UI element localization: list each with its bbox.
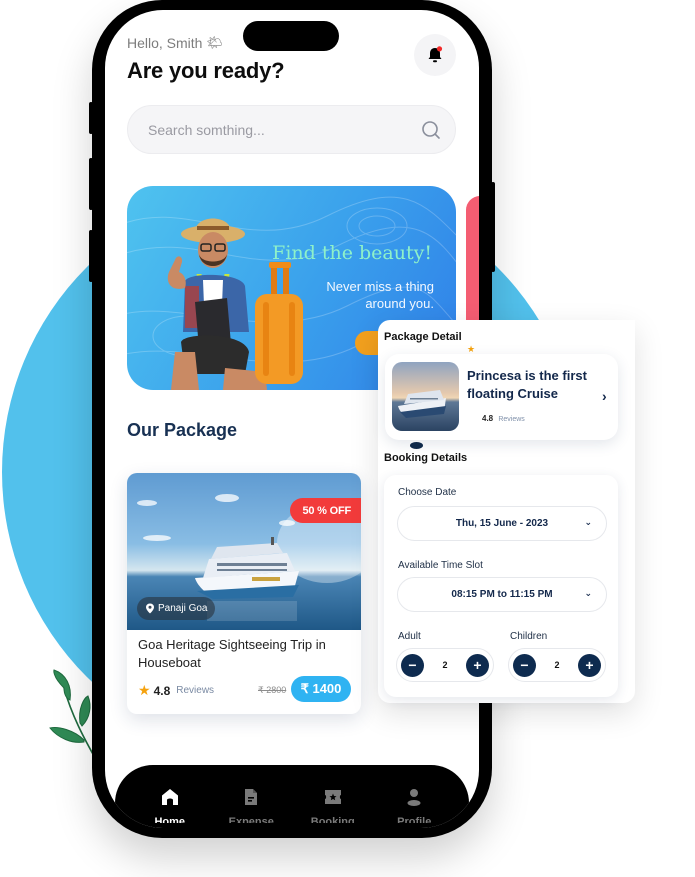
booking-panel: Package Detail ★ Princesa is the first f… (378, 320, 635, 703)
adult-count: 2 (442, 660, 448, 670)
weather-icon: 🌤 (206, 35, 223, 50)
reviews-link[interactable]: Reviews (176, 685, 214, 696)
home-icon (161, 789, 178, 805)
adult-increment-button[interactable]: + (465, 653, 489, 677)
dynamic-island (243, 21, 339, 51)
document-icon (245, 789, 258, 805)
phone-volume-up (89, 158, 93, 210)
nav-label: Expense (228, 816, 274, 823)
search-icon[interactable] (421, 120, 441, 140)
adult-stepper: − 2 + (396, 648, 494, 682)
package-detail-rating: 4.8 Reviews (482, 414, 525, 423)
children-count: 2 (554, 660, 560, 670)
package-rating: ★ 4.8 Reviews (138, 682, 214, 699)
greeting-text: Hello, Smith (127, 35, 203, 51)
package-title: Goa Heritage Sightseeing Trip in Housebo… (138, 637, 326, 670)
star-icon: ★ (138, 682, 151, 698)
package-detail-heading: Package Detail (384, 331, 462, 343)
chevron-down-icon: ⌄ (584, 517, 592, 527)
cruise-ship-image (398, 390, 446, 418)
package-image: 50 % OFF Panaji Goa (127, 473, 361, 630)
adult-label: Adult (398, 631, 421, 642)
cruise-thumbnail (392, 362, 459, 431)
search-bar[interactable] (127, 105, 456, 154)
date-value: Thu, 15 June - 2023 (455, 518, 549, 529)
nav-item-expense[interactable]: Expense (211, 787, 291, 828)
package-card[interactable]: 50 % OFF Panaji Goa Goa Heritage Sightse… (127, 473, 361, 714)
children-label: Children (510, 631, 548, 642)
page-title: Are you ready? (127, 58, 285, 83)
ticket-icon (324, 790, 341, 804)
nav-label: Booking (310, 816, 355, 823)
reviews-link[interactable]: Reviews (498, 416, 524, 423)
bell-icon (428, 46, 443, 63)
booking-form: Choose Date Thu, 15 June - 2023 ⌄ Availa… (384, 475, 618, 697)
time-slot-value: 08:15 PM to 11:15 PM (451, 589, 553, 600)
original-price: ₹ 2800 (258, 685, 287, 695)
phone-volume-down (89, 230, 93, 282)
chevron-right-icon[interactable]: › (602, 388, 607, 404)
phone-side-button (89, 102, 93, 134)
search-input[interactable] (148, 121, 421, 138)
rating-value: 4.8 (153, 683, 171, 698)
nav-item-booking[interactable]: Booking (293, 787, 373, 828)
children-decrement-button[interactable]: − (513, 653, 536, 677)
price-button[interactable]: ₹ 1400 (291, 676, 351, 702)
phone-power-button (491, 182, 495, 272)
adult-decrement-button[interactable]: − (401, 653, 424, 677)
banner-subtitle: Never miss a thing around you. (326, 279, 434, 311)
phone-call-icon (410, 442, 423, 449)
bottom-navigation: Home Expense Booking Profile (115, 765, 469, 828)
date-label: Choose Date (398, 487, 457, 498)
greeting: Hello, Smith 🌤 (127, 35, 223, 51)
package-detail-title: Princesa is the first floating Cruise (467, 368, 587, 401)
date-select[interactable]: Thu, 15 June - 2023 ⌄ (397, 506, 607, 541)
time-slot-label: Available Time Slot (398, 560, 483, 571)
chevron-down-icon: ⌄ (584, 588, 592, 598)
banner-headline: Find the beauty! (272, 242, 432, 264)
package-detail-card[interactable]: Princesa is the first floating Cruise 4.… (385, 354, 618, 440)
user-icon (407, 789, 421, 806)
nav-item-home[interactable]: Home (130, 787, 210, 828)
nav-label: Home (154, 816, 186, 823)
children-stepper: − 2 + (508, 648, 606, 682)
time-slot-select[interactable]: 08:15 PM to 11:15 PM ⌄ (397, 577, 607, 612)
rating-value: 4.8 (482, 414, 494, 423)
location-chip: Panaji Goa (137, 597, 216, 620)
notification-badge (436, 46, 443, 52)
booking-details-heading: Booking Details (384, 452, 468, 464)
map-pin-icon (146, 603, 154, 614)
section-title: Our Package (127, 420, 238, 440)
notification-button[interactable] (414, 34, 456, 76)
nav-item-profile[interactable]: Profile (374, 787, 454, 828)
discount-badge: 50 % OFF (290, 498, 361, 523)
location-text: Panaji Goa (158, 603, 208, 614)
nav-label: Profile (397, 816, 432, 823)
children-increment-button[interactable]: + (577, 653, 601, 677)
